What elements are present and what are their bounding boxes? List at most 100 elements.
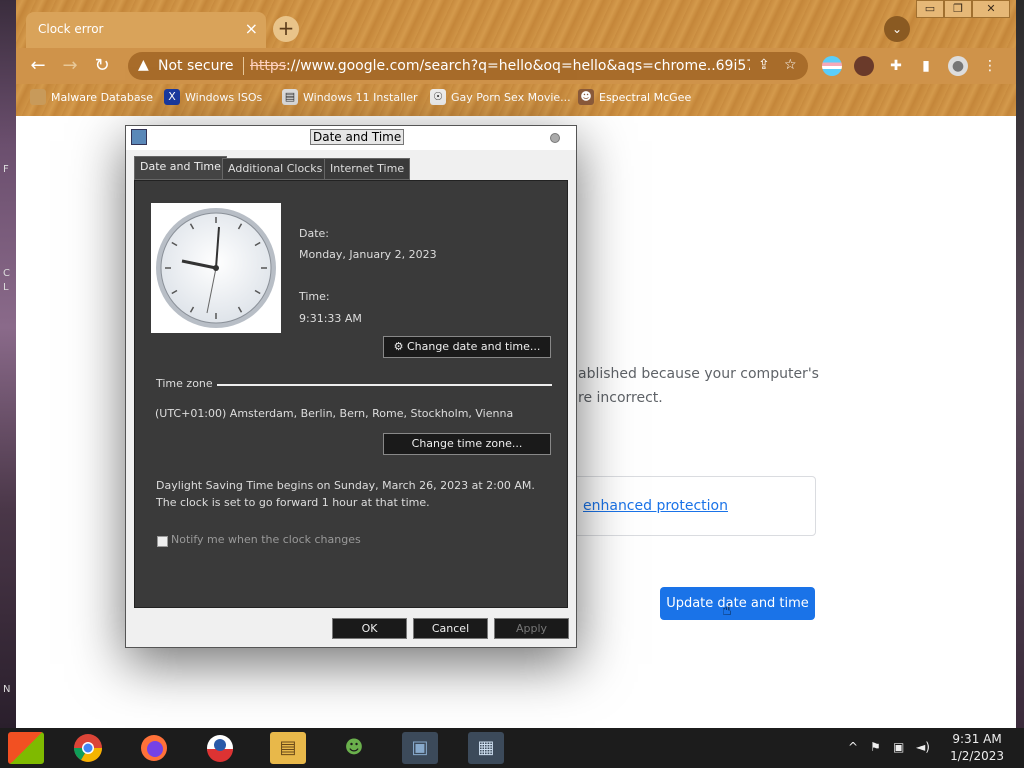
- date-value: Monday, January 2, 2023: [299, 248, 437, 261]
- back-arrow-icon[interactable]: ←: [26, 54, 50, 78]
- chrome-logo: [74, 734, 102, 762]
- bug-icon: [30, 89, 46, 105]
- analog-clock: [151, 203, 281, 333]
- warning-triangle-icon[interactable]: ▲: [138, 57, 149, 73]
- bookmarks-bar: Malware Database X Windows ISOs ▤ Window…: [16, 84, 1016, 112]
- browser-frame: Clock error × + ⌄ ▭ ❐ ✕ ← → ↻ ▲ Not secu…: [16, 0, 1016, 116]
- side-panel-icon[interactable]: ▮: [916, 56, 936, 76]
- chrome-icon[interactable]: [70, 732, 106, 764]
- hand-cursor-icon: ☝: [722, 600, 732, 619]
- volume-icon[interactable]: ◄): [916, 740, 930, 754]
- extensions-puzzle-icon[interactable]: ✚: [886, 56, 906, 76]
- tab-search-chevron-down-icon[interactable]: ⌄: [884, 16, 910, 42]
- new-tab-button[interactable]: +: [273, 16, 299, 42]
- bookmark-label: Gay Porn Sex Movie...: [451, 90, 571, 104]
- tab-title: Clock error: [38, 22, 104, 36]
- update-date-time-button[interactable]: Update date and time: [660, 587, 815, 620]
- dst-info-line: Daylight Saving Time begins on Sunday, M…: [156, 479, 535, 492]
- not-secure-label[interactable]: Not secure: [158, 58, 234, 74]
- omnibox-divider: [243, 57, 244, 75]
- error-text-line: re incorrect.: [578, 390, 663, 406]
- file-explorer-icon[interactable]: ▤: [270, 732, 306, 764]
- dialog-title-bar[interactable]: Date and Time: [126, 126, 576, 150]
- forward-arrow-icon[interactable]: →: [58, 54, 82, 78]
- error-text-line: ablished because your computer's: [578, 366, 819, 382]
- enhanced-protection-box: enhanced protection: [536, 476, 816, 536]
- change-date-time-label: Change date and time...: [406, 340, 541, 353]
- date-time-app-icon: [131, 129, 147, 145]
- url-scheme: https: [250, 58, 287, 74]
- action-center-flag-icon[interactable]: ⚑: [870, 740, 881, 754]
- tab-clock-error[interactable]: Clock error ×: [26, 12, 266, 48]
- tab-internet-time[interactable]: Internet Time: [324, 158, 411, 180]
- bookmark-label: Windows ISOs: [185, 90, 263, 104]
- menu-kebab-icon[interactable]: ⋮: [980, 56, 1000, 76]
- installer-icon: ▤: [282, 89, 298, 105]
- avatar-icon: ☻: [578, 89, 594, 105]
- bookmark-site[interactable]: ☉ Gay Porn Sex Movie...: [430, 89, 571, 105]
- desktop-glyph: L: [3, 282, 9, 293]
- desktop-glyph: C: [3, 268, 10, 279]
- profile-avatar-icon[interactable]: ●: [948, 56, 968, 76]
- bookmark-label: Windows 11 Installer: [303, 90, 418, 104]
- network-icon[interactable]: ▣: [893, 740, 904, 754]
- profile-flag-extension-icon[interactable]: [822, 56, 842, 76]
- bookmark-label: Espectral McGee: [599, 90, 692, 104]
- change-date-time-button[interactable]: ⚙ Change date and time...: [383, 336, 551, 358]
- x-icon: X: [164, 89, 180, 105]
- change-time-zone-button[interactable]: Change time zone...: [383, 433, 551, 455]
- share-icon[interactable]: ⇪: [758, 57, 770, 73]
- date-time-icon[interactable]: ▦: [468, 732, 504, 764]
- time-value: 9:31:33 AM: [299, 312, 362, 325]
- tab-additional-clocks[interactable]: Additional Clocks: [222, 158, 329, 180]
- bookmark-malware-database[interactable]: Malware Database: [30, 89, 153, 105]
- address-bar[interactable]: ▲ Not secure https://www.google.com/sear…: [128, 52, 808, 80]
- desktop-glyph: N: [3, 684, 11, 695]
- system-clock[interactable]: 9:31 AM 1/2/2023: [950, 731, 1004, 765]
- clock-face-icon: [156, 208, 276, 328]
- obama-logo: [207, 735, 233, 762]
- timezone-label: Time zone: [156, 377, 213, 390]
- date-label: Date:: [299, 227, 329, 240]
- dst-info-line: The clock is set to go forward 1 hour at…: [156, 496, 430, 509]
- ok-button[interactable]: OK: [332, 618, 407, 639]
- bookmark-label: Malware Database: [51, 90, 154, 104]
- windows-logo-icon[interactable]: [8, 732, 44, 764]
- desktop-glyph: F: [3, 164, 9, 175]
- taskbar: ▤ ☻ ▣ ▦ ^ ⚑ ▣ ◄) 9:31 AM 1/2/2023: [0, 728, 1024, 768]
- enhanced-protection-link[interactable]: enhanced protection: [583, 498, 728, 514]
- avatar-extension-icon[interactable]: [854, 56, 874, 76]
- firefox-icon[interactable]: [136, 732, 172, 764]
- bookmark-star-icon[interactable]: ☆: [784, 57, 797, 73]
- minimize-button[interactable]: ▭: [916, 0, 944, 18]
- photo-viewer-icon[interactable]: ▣: [402, 732, 438, 764]
- time-label: Time:: [299, 290, 330, 303]
- bookmark-windows-isos[interactable]: X Windows ISOs: [164, 89, 262, 105]
- clock-time: 9:31 AM: [952, 732, 1002, 746]
- site-icon: ☉: [430, 89, 446, 105]
- url-rest: ://www.google.com/search?q=hello&oq=hell…: [286, 58, 750, 74]
- apply-button[interactable]: Apply: [494, 618, 569, 639]
- close-window-button[interactable]: ✕: [972, 0, 1010, 18]
- cancel-button[interactable]: Cancel: [413, 618, 488, 639]
- date-time-dialog: Date and Time Date and Time Additional C…: [125, 125, 577, 648]
- tray-chevron-up-icon[interactable]: ^: [848, 740, 858, 754]
- dialog-title: Date and Time: [310, 129, 405, 145]
- notify-checkbox-label[interactable]: Notify me when the clock changes: [171, 533, 361, 546]
- notify-checkbox[interactable]: [157, 536, 168, 547]
- timezone-divider: [217, 384, 552, 386]
- bookmark-windows-11-installer[interactable]: ▤ Windows 11 Installer: [282, 89, 418, 105]
- obama-logo-icon[interactable]: [202, 732, 238, 764]
- bookmark-espectral-mcgee[interactable]: ☻ Espectral McGee: [578, 89, 691, 105]
- tab-close-icon[interactable]: ×: [245, 19, 258, 38]
- tab-date-and-time[interactable]: Date and Time: [134, 156, 227, 180]
- url-text[interactable]: https://www.google.com/search?q=hello&oq…: [250, 58, 750, 74]
- date-time-panel: Date: Monday, January 2, 2023 Time: 9:31…: [134, 180, 568, 608]
- shield-gear-icon: ⚙: [393, 340, 404, 353]
- dialog-close-icon[interactable]: [550, 133, 560, 143]
- people-icon[interactable]: ☻: [336, 732, 372, 764]
- reload-icon[interactable]: ↻: [90, 54, 114, 78]
- firefox-logo: [141, 735, 167, 761]
- maximize-button[interactable]: ❐: [944, 0, 972, 18]
- browser-toolbar: ← → ↻ ▲ Not secure https://www.google.co…: [16, 48, 1016, 84]
